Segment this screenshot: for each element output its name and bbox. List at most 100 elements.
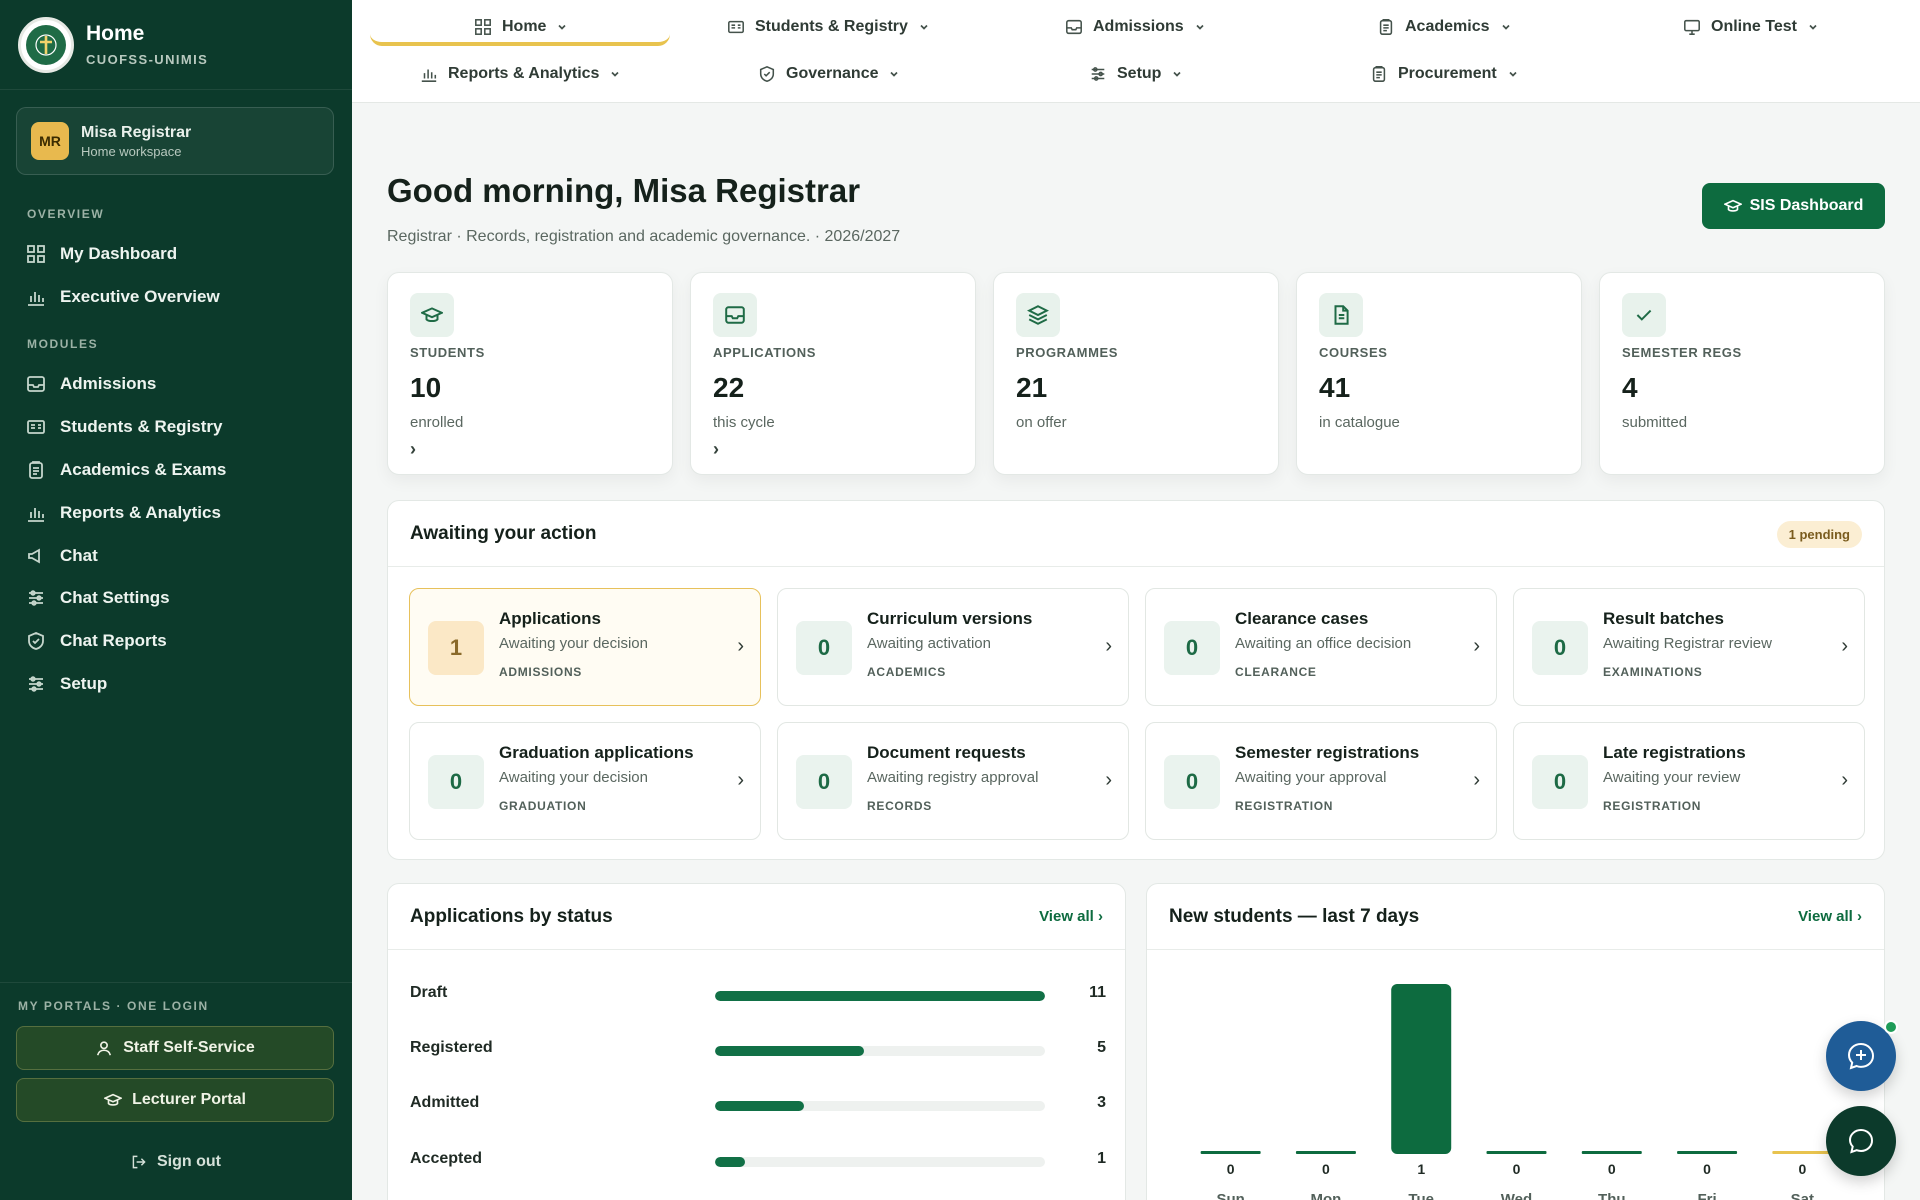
sidebar-item-admissions[interactable]: Admissions: [26, 366, 156, 402]
action-count: 0: [796, 755, 852, 809]
sis-dashboard-button[interactable]: SIS Dashboard: [1702, 183, 1885, 229]
bar-fri: [1677, 1151, 1738, 1154]
x-tick-label: Sat: [1791, 1191, 1814, 1200]
action-count: 0: [1164, 755, 1220, 809]
sidebar-item-students-registry[interactable]: Students & Registry: [26, 409, 222, 445]
bar-value-label: 0: [1798, 1161, 1806, 1177]
brand[interactable]: Home CUOFSS-UNIMIS: [0, 0, 352, 90]
tab-home[interactable]: Home: [474, 9, 568, 45]
bar-thu: [1581, 1151, 1642, 1154]
user-workspace: Home workspace: [81, 143, 182, 159]
action-tag: REGISTRATION: [1603, 799, 1702, 813]
action-title: Late registrations: [1603, 743, 1746, 762]
panel-title: Awaiting your action: [410, 522, 597, 544]
portals-label: MY PORTALS · ONE LOGIN: [18, 999, 209, 1013]
view-all-link[interactable]: View all ›: [1798, 908, 1862, 925]
stat-card-students[interactable]: STUDENTS 10 enrolled ›: [387, 272, 673, 475]
action-card-applications[interactable]: 1 Applications Awaiting your decision AD…: [409, 588, 761, 706]
graduation-cap-icon: [1723, 199, 1742, 212]
sidebar-item-academics-exams[interactable]: Academics & Exams: [26, 452, 226, 488]
sidebar-item-label: Executive Overview: [60, 287, 220, 306]
bar-mon: [1295, 1151, 1356, 1154]
chevron-right-icon: ›: [1841, 635, 1848, 657]
lecturer-portal-button[interactable]: Lecturer Portal: [16, 1078, 334, 1122]
stat-card-programmes[interactable]: PROGRAMMES 21 on offer: [993, 272, 1279, 475]
action-tag: REGISTRATION: [1235, 799, 1334, 813]
stat-label: COURSES: [1319, 345, 1388, 360]
sidebar-item-label: Chat Reports: [60, 631, 167, 650]
chevron-right-icon: ›: [737, 635, 744, 657]
action-title: Applications: [499, 609, 602, 628]
action-card-semester-registrations[interactable]: 0 Semester registrations Awaiting your a…: [1145, 722, 1497, 840]
stat-label: SEMESTER REGS: [1622, 345, 1742, 360]
action-tag: CLEARANCE: [1235, 665, 1317, 679]
action-card-curriculum-versions[interactable]: 0 Curriculum versions Awaiting activatio…: [777, 588, 1129, 706]
stat-card-applications[interactable]: APPLICATIONS 22 this cycle ›: [690, 272, 976, 475]
sidebar-item-label: Reports & Analytics: [60, 503, 221, 522]
inbox-icon: [1066, 19, 1082, 35]
bar-sat: [1772, 1151, 1833, 1154]
action-card-late-registrations[interactable]: 0 Late registrations Awaiting your revie…: [1513, 722, 1865, 840]
tab-online-test[interactable]: Online Test: [1683, 9, 1819, 45]
action-desc: Awaiting your review: [1603, 769, 1741, 786]
shield-icon: [759, 65, 775, 82]
sign-out-button[interactable]: Sign out: [0, 1153, 352, 1171]
tab-governance[interactable]: Governance: [758, 56, 900, 92]
chevron-down-icon: [611, 71, 620, 77]
stat-card-semester-regs[interactable]: SEMESTER REGS 4 submitted: [1599, 272, 1885, 475]
monitor-icon: [1684, 19, 1700, 35]
staff-self-service-label: Staff Self-Service: [123, 1039, 255, 1056]
stat-value: 41: [1319, 372, 1351, 403]
tab-setup[interactable]: Setup: [1089, 56, 1183, 92]
action-card-document-requests[interactable]: 0 Document requests Awaiting registry ap…: [777, 722, 1129, 840]
sidebar-item-chat-settings[interactable]: Chat Settings: [26, 580, 170, 616]
chevron-right-icon: ›: [1841, 769, 1848, 791]
action-card-result-batches[interactable]: 0 Result batches Awaiting Registrar revi…: [1513, 588, 1865, 706]
bar-value-label: 0: [1703, 1161, 1711, 1177]
sidebar-item-executive-overview[interactable]: Executive Overview: [26, 279, 220, 315]
sidebar-item-reports-analytics[interactable]: Reports & Analytics: [26, 495, 221, 531]
bar-value-label: 0: [1608, 1161, 1616, 1177]
action-count: 0: [1532, 621, 1588, 675]
tab-reports-analytics[interactable]: Reports & Analytics: [420, 56, 621, 92]
sidebar-item-chat[interactable]: Chat: [26, 538, 98, 574]
clipboard-icon: [29, 461, 43, 479]
bar-chart-icon: [421, 69, 437, 82]
panel-header: Awaiting your action 1 pending: [388, 501, 1884, 567]
tab-admissions[interactable]: Admissions: [1065, 9, 1206, 45]
chevron-down-icon: [1196, 24, 1204, 30]
sidebar-item-label: Academics & Exams: [60, 460, 227, 479]
action-count: 0: [796, 621, 852, 675]
grid-icon: [475, 19, 491, 35]
status-label: Draft: [410, 984, 448, 1001]
panel-header: Applications by status View all ›: [388, 884, 1125, 950]
tab-academics[interactable]: Academics: [1377, 9, 1512, 45]
chat-button[interactable]: [1826, 1106, 1896, 1176]
staff-self-service-button[interactable]: Staff Self-Service: [16, 1026, 334, 1070]
action-card-graduation-applications[interactable]: 0 Graduation applications Awaiting your …: [409, 722, 761, 840]
tab-students-registry[interactable]: Students & Registry: [727, 9, 930, 45]
sidebar-item-setup[interactable]: Setup: [26, 666, 107, 702]
action-card-clearance-cases[interactable]: 0 Clearance cases Awaiting an office dec…: [1145, 588, 1497, 706]
chevron-right-icon: ›: [1105, 769, 1112, 791]
view-all-link[interactable]: View all ›: [1039, 908, 1103, 925]
inbox-icon: [27, 376, 45, 392]
stat-sub: enrolled: [410, 414, 464, 431]
bar-wed: [1486, 1151, 1547, 1154]
progress-fill: [715, 1046, 864, 1056]
sidebar-item-my-dashboard[interactable]: My Dashboard: [26, 236, 177, 272]
id-card-icon: [27, 420, 45, 434]
chevron-down-icon: [1173, 71, 1182, 77]
progress-track: [715, 991, 1045, 1001]
sidebar-item-chat-reports[interactable]: Chat Reports: [26, 623, 167, 659]
tab-procurement[interactable]: Procurement: [1370, 56, 1519, 92]
action-desc: Awaiting your approval: [1235, 769, 1387, 786]
user-card[interactable]: MR Misa Registrar Home workspace: [16, 107, 334, 175]
action-tag: ADMISSIONS: [499, 665, 583, 679]
sliders-icon: [29, 590, 43, 606]
action-count: 0: [1164, 621, 1220, 675]
sliders-icon: [29, 676, 43, 692]
stat-card-courses[interactable]: COURSES 41 in catalogue: [1296, 272, 1582, 475]
stat-sub: on offer: [1016, 414, 1067, 431]
x-tick-label: Sun: [1216, 1191, 1244, 1200]
